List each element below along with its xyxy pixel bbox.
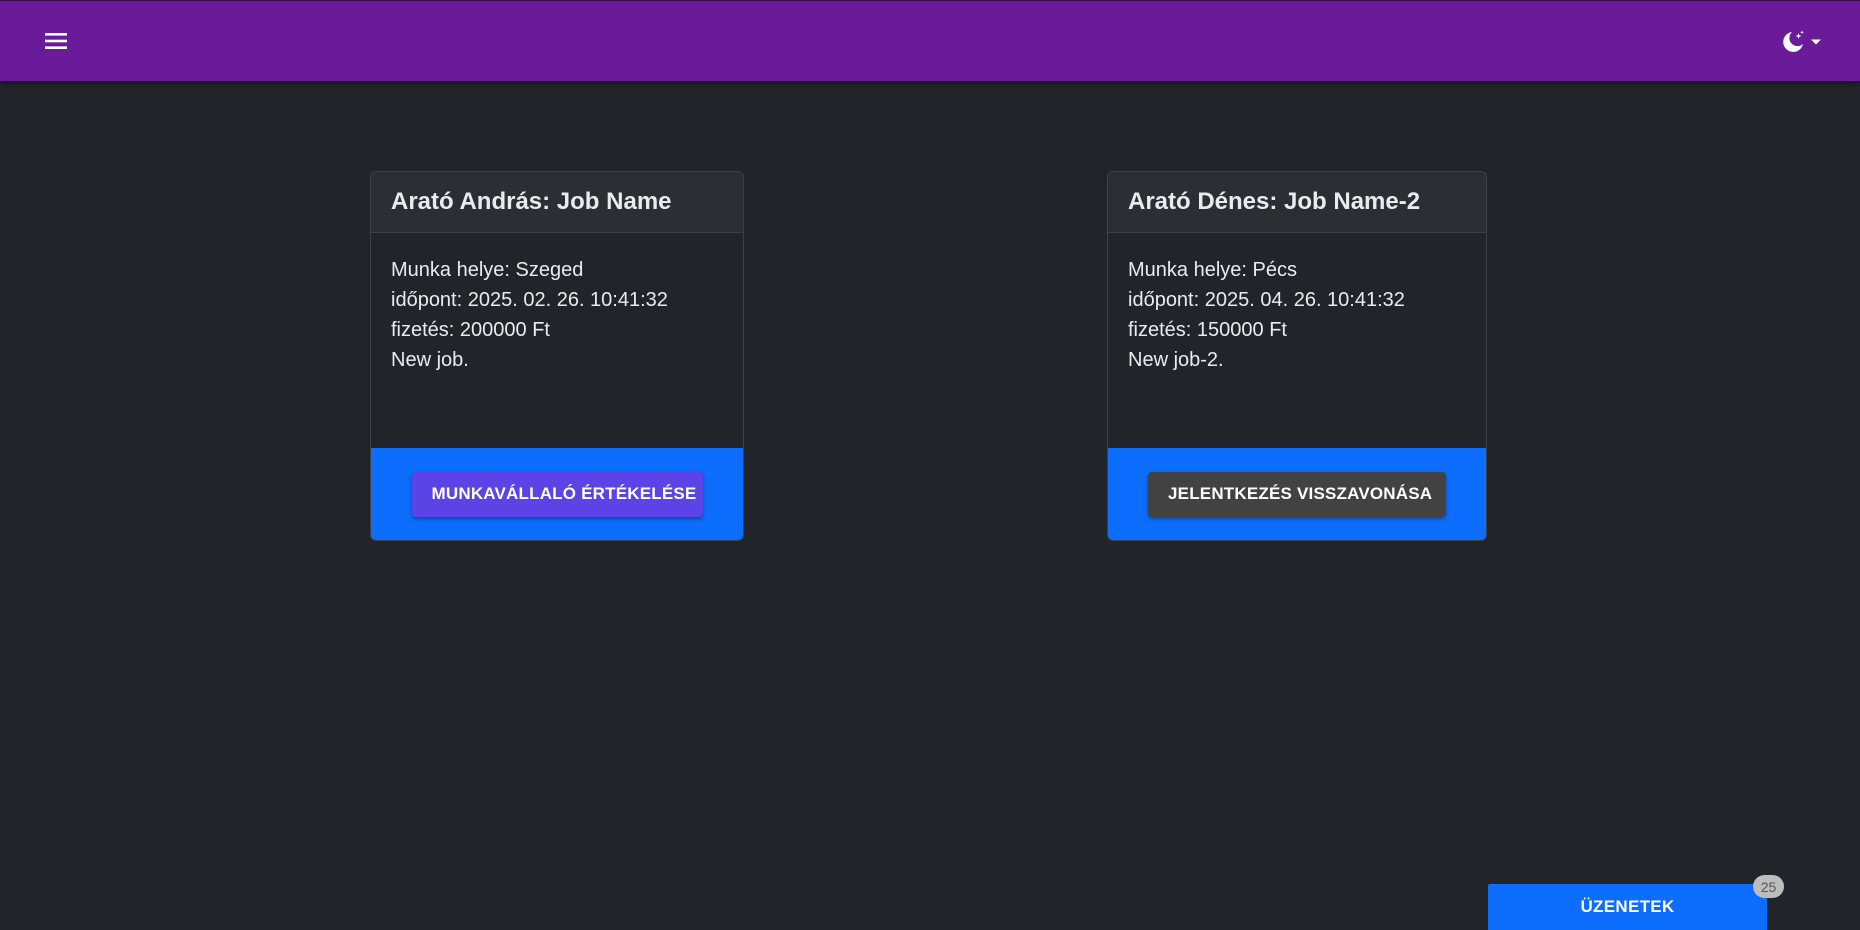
- rate-employee-button[interactable]: MUNKAVÁLLALÓ ÉRTÉKELÉSE: [411, 471, 703, 517]
- withdraw-application-button[interactable]: JELENTKEZÉS VISSZAVONÁSA: [1148, 471, 1446, 517]
- job-card-footer: JELENTKEZÉS VISSZAVONÁSA: [1108, 448, 1486, 540]
- job-time: időpont: 2025. 04. 26. 10:41:32: [1128, 289, 1405, 311]
- job-time: időpont: 2025. 02. 26. 10:41:32: [391, 289, 668, 311]
- caret-down-icon: [1811, 39, 1821, 45]
- job-card: Arató Dénes: Job Name-2 Munka helye: Péc…: [1107, 171, 1487, 541]
- messages-count-badge: 25: [1753, 875, 1784, 898]
- job-card-title: Arató Dénes: Job Name-2: [1108, 172, 1486, 233]
- job-salary: fizetés: 150000 Ft: [1128, 319, 1287, 341]
- top-app-bar: [0, 0, 1860, 81]
- job-card-details: Munka helye: Szeged időpont: 2025. 02. 2…: [371, 233, 743, 448]
- job-location: Munka helye: Pécs: [1128, 259, 1297, 281]
- hamburger-menu-icon: [45, 33, 67, 49]
- job-card: Arató András: Job Name Munka helye: Szeg…: [370, 171, 744, 541]
- job-description: New job.: [391, 349, 469, 371]
- job-salary: fizetés: 200000 Ft: [391, 319, 550, 341]
- job-location: Munka helye: Szeged: [391, 259, 584, 281]
- job-card-details: Munka helye: Pécs időpont: 2025. 04. 26.…: [1108, 233, 1486, 448]
- messages-button[interactable]: ÜZENETEK: [1488, 884, 1767, 930]
- moon-stars-icon: [1783, 30, 1804, 52]
- job-card-footer: MUNKAVÁLLALÓ ÉRTÉKELÉSE: [371, 448, 743, 540]
- theme-toggle-button[interactable]: [1780, 28, 1822, 56]
- job-description: New job-2.: [1128, 349, 1224, 371]
- job-card-title: Arató András: Job Name: [371, 172, 743, 233]
- menu-button[interactable]: [42, 27, 70, 55]
